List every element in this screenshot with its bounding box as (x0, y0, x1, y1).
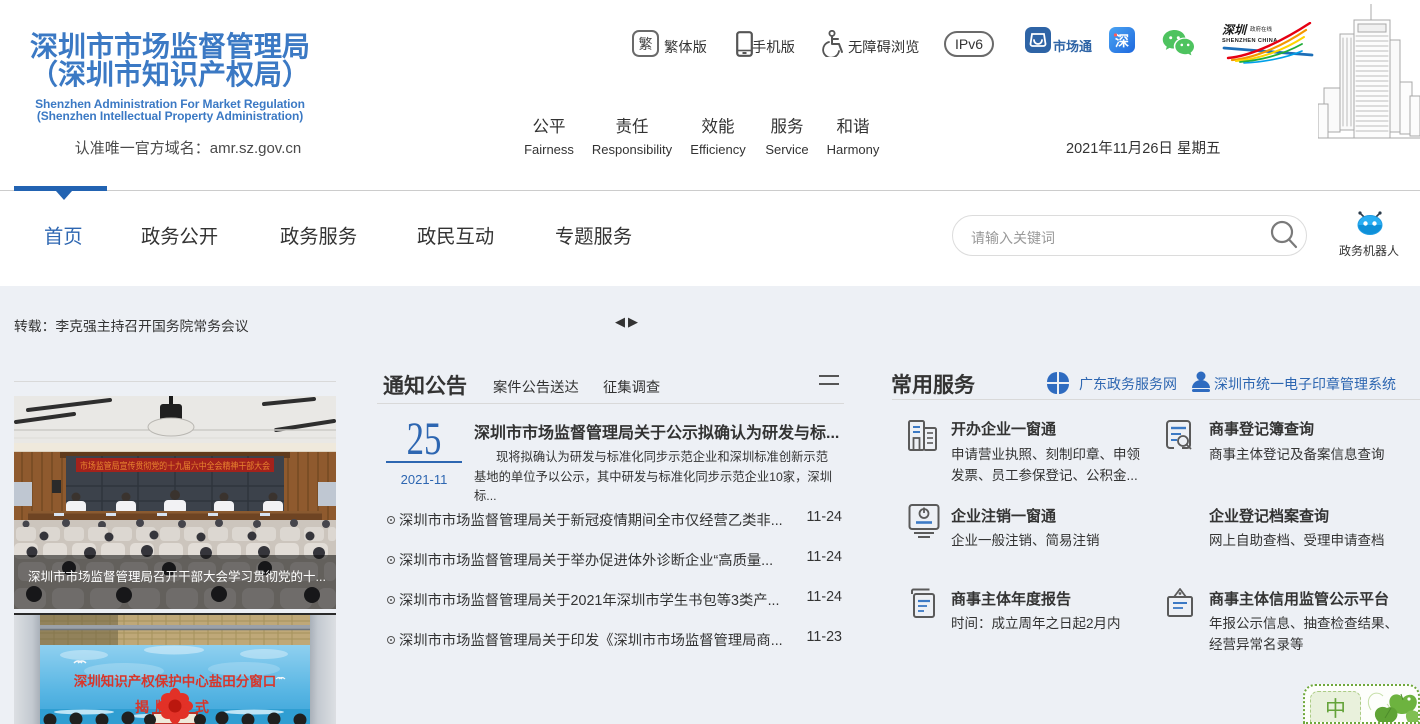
svg-text:深: 深 (1115, 33, 1129, 49)
svg-text:政府在线: 政府在线 (1250, 25, 1273, 33)
svg-text:SHENZHEN CHINA: SHENZHEN CHINA (1222, 38, 1278, 44)
svg-text:市场监管局宣传贯彻党的十九届六中全会精神干部大会: 市场监管局宣传贯彻党的十九届六中全会精神干部大会 (80, 460, 270, 471)
svg-text:深圳市市场监督管理局召开干部大会学习贯彻党的十...: 深圳市市场监督管理局召开干部大会学习贯彻党的十... (28, 569, 326, 584)
svg-text:深圳: 深圳 (1222, 23, 1248, 37)
svg-text:深圳知识产权保护中心盐田分窗口: 深圳知识产权保护中心盐田分窗口 (74, 673, 277, 689)
